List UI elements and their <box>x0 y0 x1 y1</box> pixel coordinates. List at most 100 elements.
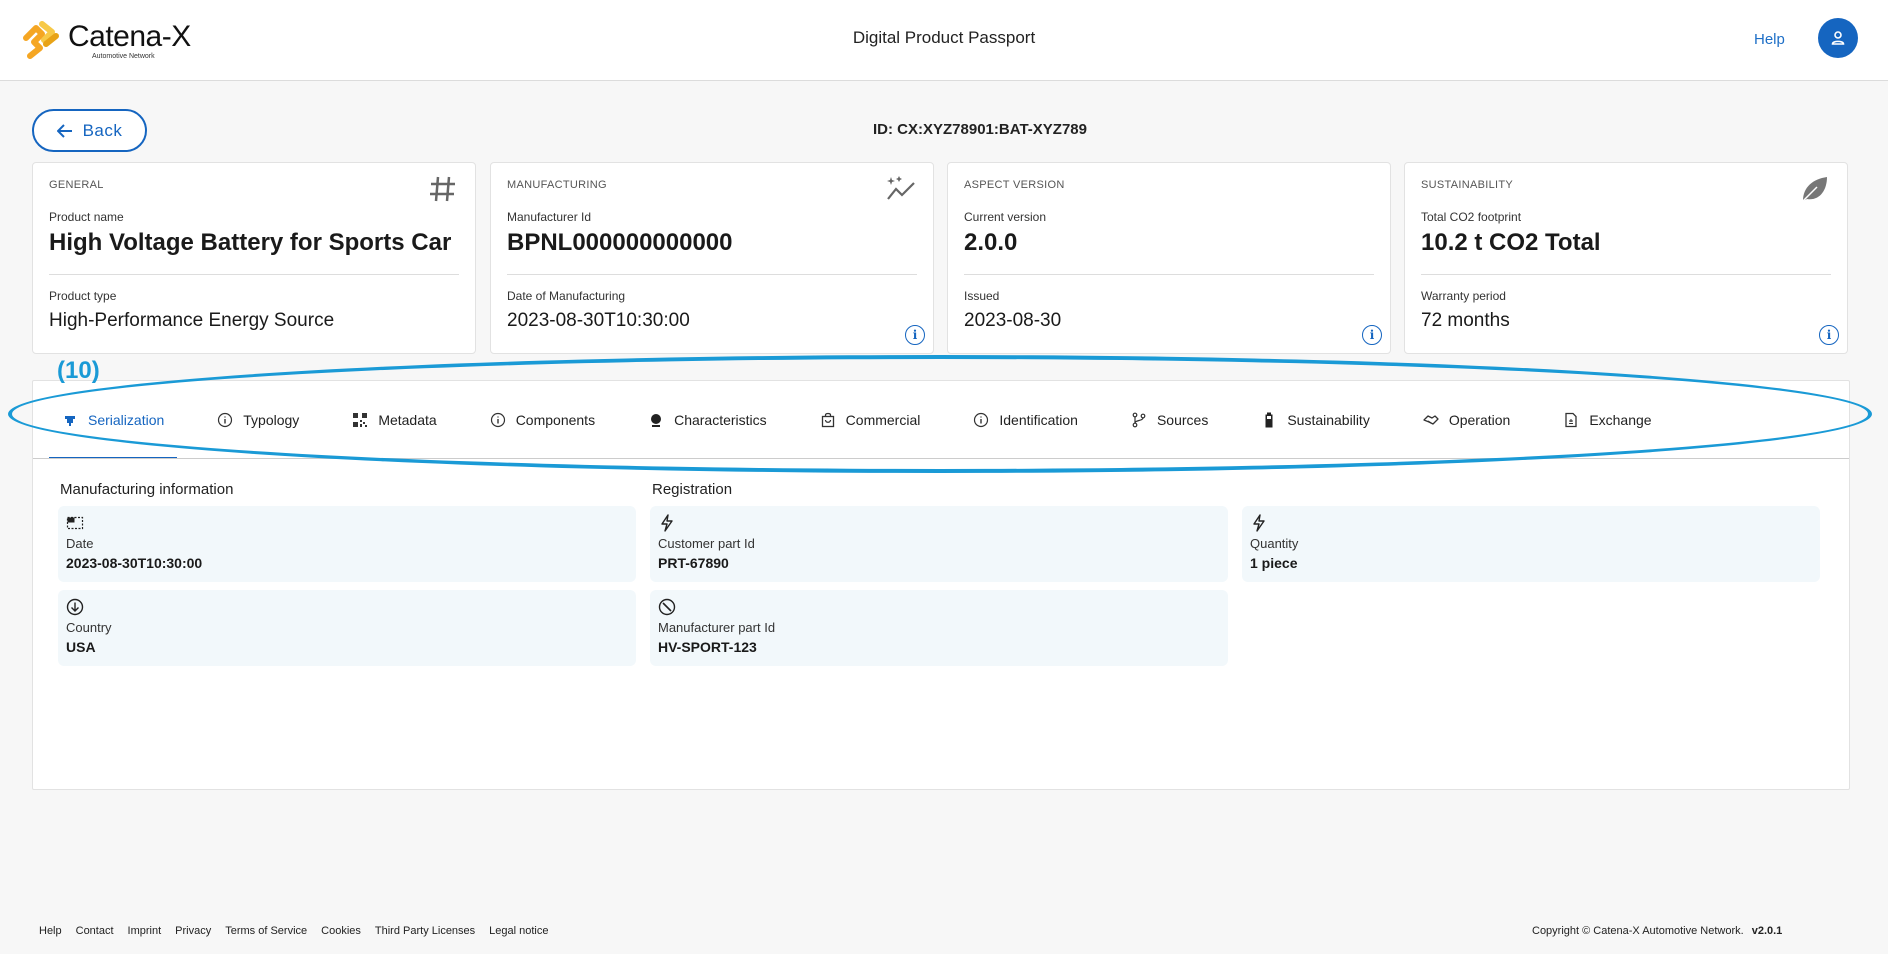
card-value: 72 months <box>1421 310 1510 331</box>
battery-icon <box>1265 412 1273 428</box>
tab-label: Typology <box>243 412 300 428</box>
leaf-icon <box>1802 177 1827 202</box>
back-button-label: Back <box>82 120 123 140</box>
tab-typology[interactable]: Typology <box>204 381 312 459</box>
general-card: GENERAL Product name High Voltage Batter… <box>32 162 476 354</box>
card-label: Date of Manufacturing <box>507 289 626 303</box>
card-divider <box>964 274 1374 275</box>
calendar-dotted-icon <box>66 516 84 530</box>
tab-sources[interactable]: Sources <box>1118 381 1221 459</box>
passport-id: ID: CX:XYZ78901:BAT-XYZ789 <box>873 121 1087 138</box>
manufacturing-card: MANUFACTURING Manufacturer Id BPNL000000… <box>490 162 934 354</box>
sustainability-card: SUSTAINABILITY Total CO2 footprint 10.2 … <box>1404 162 1848 354</box>
tab-serialization[interactable]: Serialization <box>49 381 178 459</box>
tab-label: Operation <box>1448 412 1511 428</box>
footer-link-contact[interactable]: Contact <box>76 925 114 937</box>
copyright-text: Copyright © Catena-X Automotive Network. <box>1532 925 1744 937</box>
hash-icon <box>430 176 455 202</box>
bolt-icon <box>661 514 673 532</box>
info-icon[interactable]: i <box>1819 325 1839 345</box>
tab-label: Exchange <box>1589 412 1652 428</box>
card-divider <box>507 274 917 275</box>
footer-link-privacy[interactable]: Privacy <box>175 925 211 937</box>
help-link[interactable]: Help <box>1754 31 1785 48</box>
shopping-bag-icon <box>821 412 834 428</box>
info-icon[interactable]: i <box>1362 325 1382 345</box>
tab-metadata[interactable]: Metadata <box>339 381 449 459</box>
arrow-left-icon <box>56 123 72 138</box>
card-label: Product name <box>49 210 124 224</box>
tab-commercial[interactable]: Commercial <box>807 381 934 459</box>
card-category: MANUFACTURING <box>507 179 607 191</box>
card-category: ASPECT VERSION <box>964 179 1065 191</box>
card-value: 2023-08-30T10:30:00 <box>507 310 690 331</box>
user-avatar-button[interactable] <box>1818 18 1858 58</box>
date-field: Date 2023-08-30T10:30:00 <box>58 506 636 582</box>
card-divider <box>49 274 459 275</box>
tab-label: Metadata <box>378 412 437 428</box>
field-label: Country <box>66 620 112 635</box>
pin-icon <box>651 414 662 427</box>
field-value: 1 piece <box>1250 555 1298 571</box>
page-title: Digital Product Passport <box>852 28 1036 47</box>
tab-label: Sustainability <box>1287 412 1370 428</box>
footer-link-cookies[interactable]: Cookies <box>321 925 361 937</box>
card-divider <box>1421 274 1831 275</box>
field-label: Manufacturer part Id <box>658 620 776 635</box>
compass-icon <box>658 598 676 616</box>
logo-tagline: Automotive Network <box>92 53 155 60</box>
branch-icon <box>1132 412 1146 428</box>
customer-part-id-field: Customer part Id PRT-67890 <box>650 506 1228 582</box>
footer-link-help[interactable]: Help <box>39 925 62 937</box>
passport-details-panel: Serialization Typology Metadata Componen… <box>32 380 1850 790</box>
tab-characteristics[interactable]: Characteristics <box>635 381 780 459</box>
info-icon <box>974 412 989 428</box>
tab-identification[interactable]: Identification <box>960 381 1091 459</box>
card-label: Current version <box>964 210 1047 224</box>
country-field: Country USA <box>58 590 636 666</box>
info-icon <box>218 412 233 428</box>
bolt-icon <box>1253 514 1265 532</box>
tab-label: Sources <box>1156 412 1209 428</box>
registration-section-title: Registration <box>652 481 733 498</box>
footer-link-legal[interactable]: Legal notice <box>489 925 548 937</box>
annotation-label: (10) <box>57 357 100 384</box>
field-value: 2023-08-30T10:30:00 <box>66 555 203 571</box>
field-value: HV-SPORT-123 <box>658 639 757 655</box>
footer-link-third-party[interactable]: Third Party Licenses <box>375 925 475 937</box>
tab-label: Commercial <box>845 412 921 428</box>
footer-link-terms[interactable]: Terms of Service <box>225 925 307 937</box>
footer-link-imprint[interactable]: Imprint <box>128 925 162 937</box>
field-value: USA <box>66 639 96 655</box>
tab-label: Components <box>515 412 596 428</box>
qr-code-icon <box>353 413 368 427</box>
tabs-divider <box>33 458 1849 459</box>
card-label: Issued <box>964 289 1000 303</box>
manufacturer-part-id-field: Manufacturer part Id HV-SPORT-123 <box>650 590 1228 666</box>
card-label: Total CO2 footprint <box>1421 210 1522 224</box>
tab-label: Characteristics <box>674 412 767 428</box>
tab-sustainability[interactable]: Sustainability <box>1248 381 1383 459</box>
card-label: Warranty period <box>1421 289 1506 303</box>
card-value: 10.2 t CO2 Total <box>1421 229 1601 256</box>
card-value: High Voltage Battery for Sports Car <box>49 229 452 256</box>
tab-label: Serialization <box>88 412 165 428</box>
footer-links: Help Contact Imprint Privacy Terms of Se… <box>39 925 549 937</box>
info-icon <box>490 412 505 428</box>
tab-bar: Serialization Typology Metadata Componen… <box>49 381 1849 459</box>
tab-components[interactable]: Components <box>477 381 608 459</box>
back-button[interactable]: Back <box>32 109 147 152</box>
info-icon[interactable]: i <box>905 325 925 345</box>
field-label: Date <box>66 536 94 551</box>
tab-exchange[interactable]: Exchange <box>1550 381 1664 459</box>
card-label: Product type <box>49 289 117 303</box>
manufacturing-chart-icon <box>887 176 915 200</box>
card-category: SUSTAINABILITY <box>1421 179 1514 191</box>
serialization-icon <box>65 416 75 426</box>
field-value: PRT-67890 <box>658 555 729 571</box>
tab-label: Identification <box>999 412 1078 428</box>
tab-operation[interactable]: Operation <box>1410 381 1523 459</box>
footer-copyright: Copyright © Catena-X Automotive Network.… <box>1532 925 1782 937</box>
document-icon <box>1565 412 1577 428</box>
arrow-down-circle-icon <box>66 598 84 616</box>
